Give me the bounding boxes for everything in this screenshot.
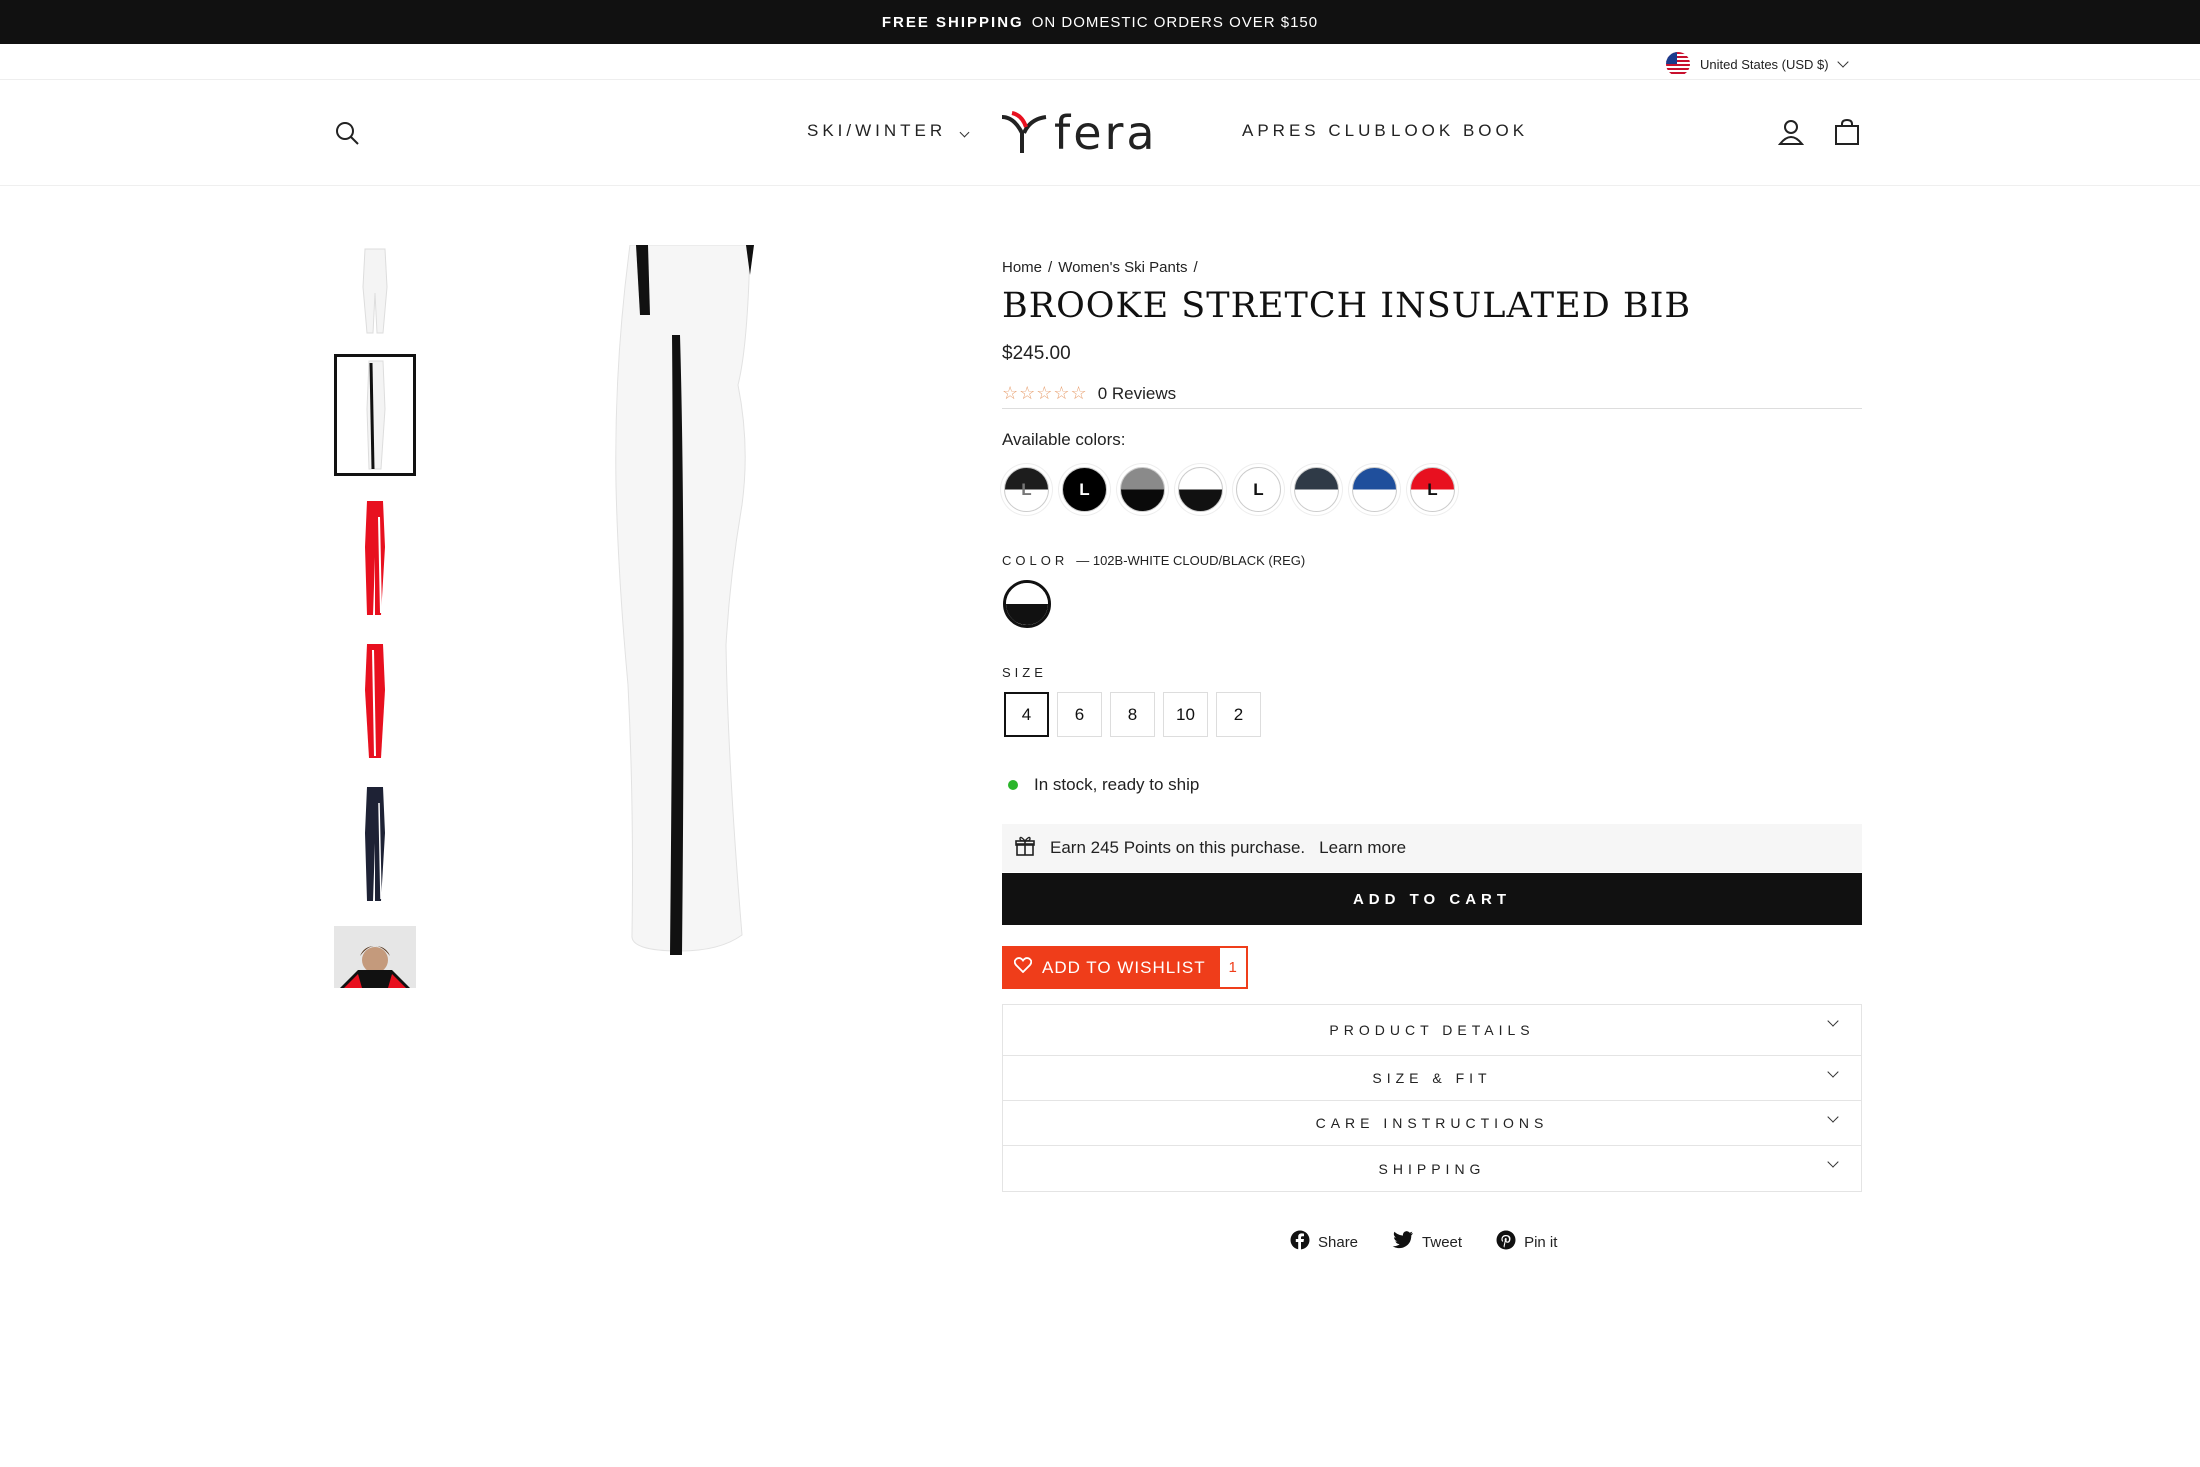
nav-ski-winter[interactable]: SKI/WINTER xyxy=(807,121,970,141)
divider xyxy=(0,185,2200,186)
wishlist-count: 1 xyxy=(1217,946,1248,989)
in-stock-dot-icon xyxy=(1008,780,1018,790)
thumbnail-red-front[interactable] xyxy=(334,495,416,619)
announcement-bar: FREE SHIPPING ON DOMESTIC ORDERS OVER $1… xyxy=(0,0,2200,44)
chevron-down-icon xyxy=(1827,1111,1839,1123)
size-option[interactable]: 2 xyxy=(1216,692,1261,737)
color-label: COLOR — 102B-WHITE CLOUD/BLACK (REG) xyxy=(1002,553,1305,568)
accordion-item[interactable]: SHIPPING xyxy=(1003,1146,1861,1191)
logo-wordmark: fera xyxy=(1054,106,1158,160)
color-swatch-letter: L xyxy=(1427,479,1438,499)
search-icon[interactable] xyxy=(334,120,360,151)
currency-label: United States (USD $) xyxy=(1700,56,1829,72)
thumbnail-white-front[interactable] xyxy=(334,245,416,337)
account-icon[interactable] xyxy=(1777,118,1805,151)
share-facebook-label: Share xyxy=(1318,1233,1359,1251)
accordion-item[interactable]: CARE INSTRUCTIONS xyxy=(1003,1101,1861,1146)
nav-ski-winter-label: SKI/WINTER xyxy=(807,121,947,140)
nav-apres-club[interactable]: APRES CLUB xyxy=(1242,121,1390,141)
currency-selector[interactable]: United States (USD $) xyxy=(1666,52,1849,76)
chevron-down-icon xyxy=(1836,56,1849,68)
product-accordion: PRODUCT DETAILS SIZE & FIT CARE INSTRUCTIO… xyxy=(1002,1004,1862,1192)
chevron-down-icon xyxy=(1827,1156,1839,1168)
color-swatches: LLLL xyxy=(1004,467,1455,512)
color-swatch-letter: L xyxy=(1021,479,1032,499)
chevron-down-icon xyxy=(1827,1015,1839,1027)
add-to-wishlist-button[interactable]: ADD TO WISHLIST 1 xyxy=(1002,946,1248,989)
share-twitter-label: Tweet xyxy=(1422,1233,1463,1251)
chevron-down-icon xyxy=(959,127,970,138)
chevron-down-icon xyxy=(1827,1066,1839,1078)
facebook-icon xyxy=(1290,1230,1310,1254)
color-swatch[interactable] xyxy=(1120,467,1165,512)
accordion-item[interactable]: SIZE & FIT xyxy=(1003,1056,1861,1101)
add-to-cart-button[interactable]: ADD TO CART xyxy=(1002,873,1862,925)
size-option[interactable]: 6 xyxy=(1057,692,1102,737)
accordion-item-label: SIZE & FIT xyxy=(1372,1070,1492,1086)
breadcrumb-category[interactable]: Women's Ski Pants xyxy=(1058,259,1187,276)
accordion-item-label: CARE INSTRUCTIONS xyxy=(1315,1115,1549,1131)
logo[interactable]: fera xyxy=(1000,110,1158,156)
size-options: 4 6 8 10 2 xyxy=(1004,692,1261,737)
share-links: Share Tweet Pin it xyxy=(1290,1230,1557,1254)
accordion-item-label: PRODUCT DETAILS xyxy=(1329,1022,1535,1038)
thumbnail-model[interactable] xyxy=(334,926,416,988)
heart-icon xyxy=(1013,957,1033,978)
breadcrumb-home[interactable]: Home xyxy=(1002,259,1042,276)
size-label: SIZE xyxy=(1002,665,1047,680)
color-value: — 102B-WHITE CLOUD/BLACK (REG) xyxy=(1076,553,1306,568)
product-price: $245.00 xyxy=(1002,343,1071,364)
color-swatch[interactable] xyxy=(1294,467,1339,512)
nav-look-book[interactable]: LOOK BOOK xyxy=(1391,121,1528,141)
product-title: BROOKE STRETCH INSULATED BIB xyxy=(1002,286,1692,326)
share-facebook[interactable]: Share xyxy=(1290,1230,1358,1254)
share-pinterest[interactable]: Pin it xyxy=(1496,1230,1557,1254)
size-option[interactable]: 8 xyxy=(1110,692,1155,737)
learn-more-link[interactable]: Learn more xyxy=(1319,838,1406,858)
star-rating-icon: ☆☆☆☆☆ xyxy=(1002,383,1088,403)
accordion-item[interactable]: PRODUCT DETAILS xyxy=(1003,1005,1861,1056)
color-swatch[interactable]: L xyxy=(1236,467,1281,512)
share-pinterest-label: Pin it xyxy=(1524,1233,1558,1251)
stock-text: In stock, ready to ship xyxy=(1034,775,1200,794)
available-colors-label: Available colors: xyxy=(1002,430,1126,449)
color-label-text: COLOR xyxy=(1002,553,1069,568)
color-swatch-letter: L xyxy=(1253,479,1264,499)
stock-status: In stock, ready to ship xyxy=(1008,775,1199,795)
accordion-item-label: SHIPPING xyxy=(1378,1160,1486,1177)
color-swatch[interactable]: L xyxy=(1410,467,1455,512)
divider xyxy=(0,79,2200,80)
breadcrumb-separator: / xyxy=(1193,259,1198,276)
points-banner: Earn 245 Points on this purchase. Learn … xyxy=(1002,824,1862,872)
us-flag-icon xyxy=(1666,52,1690,76)
divider xyxy=(1002,408,1862,409)
share-twitter[interactable]: Tweet xyxy=(1392,1230,1462,1254)
gift-icon xyxy=(1014,835,1036,862)
size-option[interactable]: 4 xyxy=(1004,692,1049,737)
size-option[interactable]: 10 xyxy=(1163,692,1208,737)
pinterest-icon xyxy=(1496,1230,1516,1254)
color-swatch[interactable]: L xyxy=(1062,467,1107,512)
logo-mark-icon xyxy=(1001,111,1047,153)
color-swatch[interactable] xyxy=(1352,467,1397,512)
color-swatch[interactable]: L xyxy=(1004,467,1049,512)
thumbnail-white-side[interactable] xyxy=(334,354,416,476)
rating[interactable]: ☆☆☆☆☆ 0 Reviews xyxy=(1002,383,1176,404)
breadcrumb: Home / Women's Ski Pants / xyxy=(1002,259,1198,276)
wishlist-main[interactable]: ADD TO WISHLIST xyxy=(1002,946,1218,989)
breadcrumb-separator: / xyxy=(1048,259,1053,276)
main-product-image[interactable] xyxy=(600,244,770,955)
points-text: Earn 245 Points on this purchase. xyxy=(1050,838,1306,857)
reviews-count: 0 Reviews xyxy=(1097,383,1177,403)
twitter-icon xyxy=(1392,1231,1414,1253)
thumbnail-navy[interactable] xyxy=(334,781,416,905)
announcement-text: ON DOMESTIC ORDERS OVER $150 xyxy=(1031,13,1319,31)
cart-icon[interactable] xyxy=(1834,118,1860,151)
selected-color-swatch[interactable] xyxy=(1003,580,1051,628)
announcement-bold: FREE SHIPPING xyxy=(881,13,1024,31)
wishlist-label: ADD TO WISHLIST xyxy=(1042,957,1206,977)
color-swatch-letter: L xyxy=(1079,479,1090,499)
thumbnail-red-side[interactable] xyxy=(334,638,416,762)
color-swatch[interactable] xyxy=(1178,467,1223,512)
